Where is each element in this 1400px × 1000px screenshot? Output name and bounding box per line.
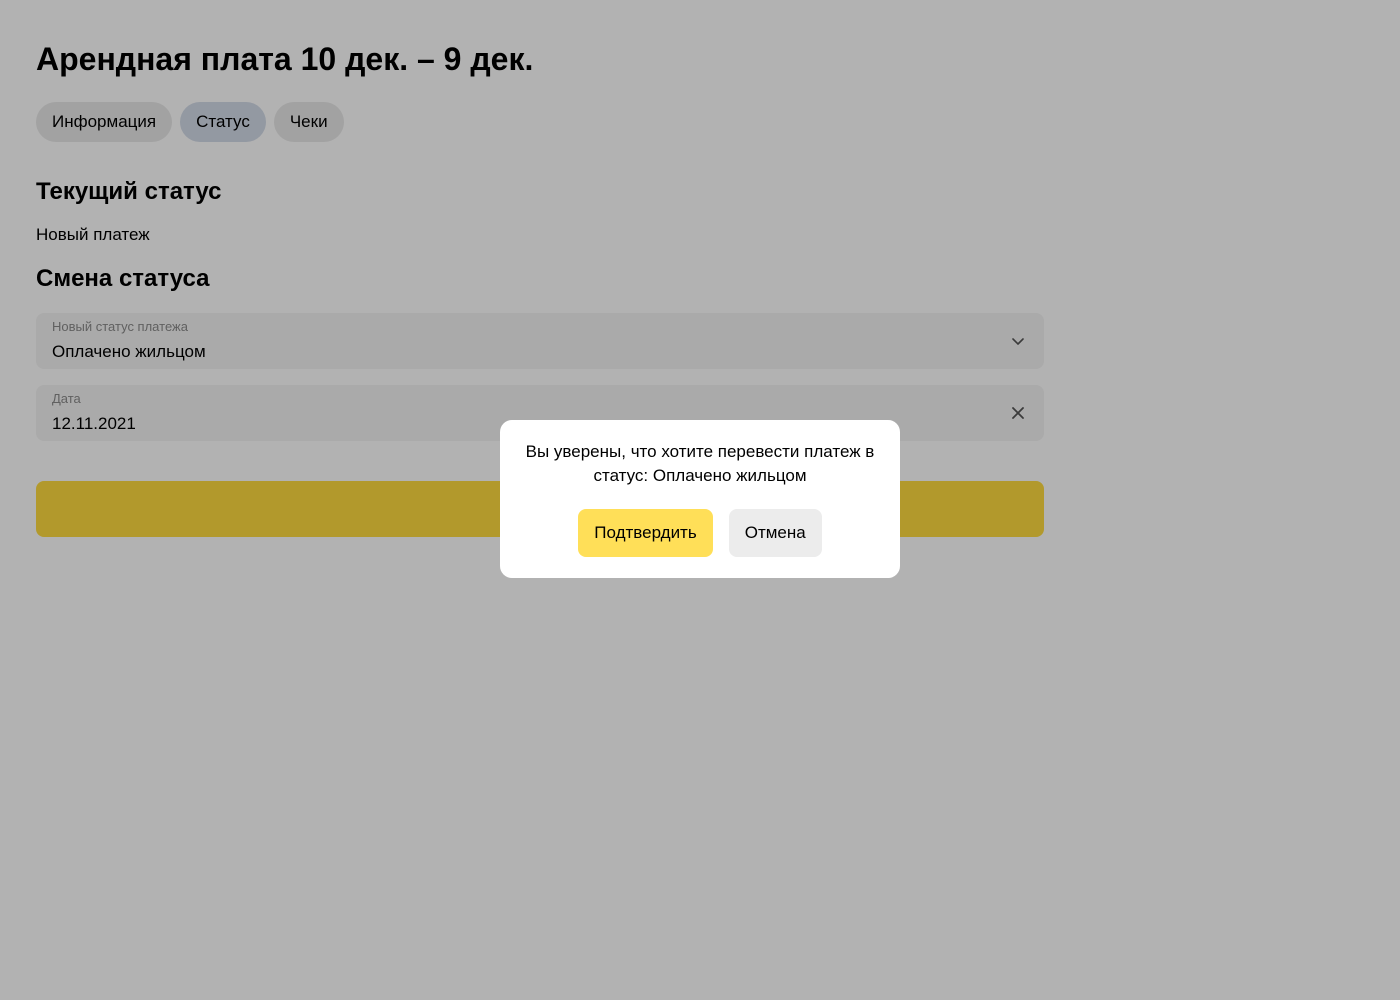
modal-actions: Подтвердить Отмена: [520, 509, 880, 557]
cancel-button[interactable]: Отмена: [728, 509, 822, 557]
confirm-modal: Вы уверены, что хотите перевести платеж …: [500, 420, 900, 578]
confirm-modal-text: Вы уверены, что хотите перевести платеж …: [525, 442, 875, 485]
confirm-button[interactable]: Подтвердить: [578, 509, 713, 557]
